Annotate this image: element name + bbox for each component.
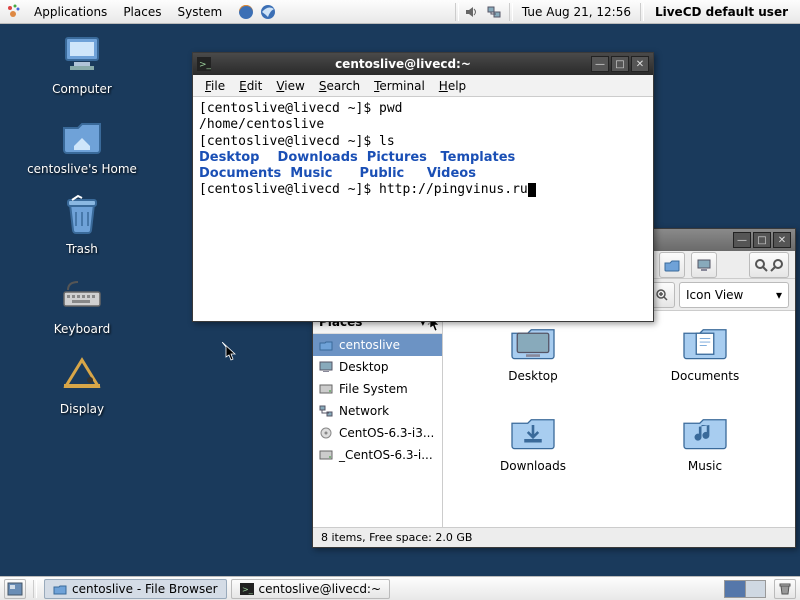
folder-icon	[677, 411, 733, 453]
maximize-button[interactable]: □	[611, 56, 629, 72]
place-item[interactable]: centoslive	[313, 334, 442, 356]
terminal-menu-terminal[interactable]: Terminal	[368, 77, 431, 95]
desktop-icon-label: Trash	[12, 242, 152, 256]
desktop-icon-home[interactable]: centoslive's Home	[12, 110, 152, 176]
minimize-button[interactable]: —	[733, 232, 751, 248]
places-list: centoslive Desktop File System Network CentO…	[313, 334, 442, 527]
folder-icon	[677, 321, 733, 363]
place-item[interactable]: Desktop	[313, 356, 442, 378]
close-button[interactable]: ✕	[631, 56, 649, 72]
terminal-menu-help[interactable]: Help	[433, 77, 472, 95]
svg-text:>_: >_	[242, 585, 254, 594]
volume-icon[interactable]	[462, 2, 482, 22]
folder-item[interactable]: Desktop	[447, 321, 619, 411]
panel-separator	[509, 3, 513, 21]
maximize-button[interactable]: □	[753, 232, 771, 248]
clock[interactable]: Tue Aug 21, 12:56	[516, 5, 637, 19]
folder-item[interactable]: Music	[619, 411, 791, 501]
folder-icon	[505, 321, 561, 363]
desktop-icon-trash[interactable]: Trash	[12, 190, 152, 256]
place-icon	[319, 448, 333, 462]
workspace-pager[interactable]	[724, 580, 766, 598]
desktop-icons: Computer centoslive's Home Trash Keyboar…	[12, 30, 162, 430]
close-button[interactable]: ✕	[773, 232, 791, 248]
terminal-window: >_ centoslive@livecd:~ — □ ✕ File Edit V…	[192, 52, 654, 322]
search-button[interactable]	[749, 252, 789, 278]
folder-label: Desktop	[447, 369, 619, 383]
computer-button[interactable]	[691, 252, 717, 278]
place-label: _CentOS-6.3-i...	[339, 448, 433, 462]
terminal-menu-search[interactable]: Search	[313, 77, 366, 95]
bottom-panel: centoslive - File Browser >_ centoslive@…	[0, 576, 800, 600]
firefox-icon[interactable]	[236, 2, 256, 22]
place-label: File System	[339, 382, 408, 396]
home-button[interactable]	[659, 252, 685, 278]
taskbar-item-label: centoslive@livecd:~	[259, 582, 382, 596]
folder-label: Downloads	[447, 459, 619, 473]
place-label: centoslive	[339, 338, 400, 352]
network-icon[interactable]	[484, 2, 504, 22]
terminal-menubar: File Edit View Search Terminal Help	[193, 75, 653, 97]
terminal-icon: >_	[197, 57, 211, 71]
workspace-2[interactable]	[746, 581, 766, 597]
desktop-icon-label: Keyboard	[12, 322, 152, 336]
folder-label: Music	[619, 459, 791, 473]
place-item[interactable]: CentOS-6.3-i3...	[313, 422, 442, 444]
place-icon	[319, 426, 333, 440]
desktop-icon-label: centoslive's Home	[12, 162, 152, 176]
terminal-titlebar[interactable]: >_ centoslive@livecd:~ — □ ✕	[193, 53, 653, 75]
folder-label: Documents	[619, 369, 791, 383]
menu-applications[interactable]: Applications	[26, 2, 115, 22]
place-label: CentOS-6.3-i3...	[339, 426, 434, 440]
desktop-icon-label: Computer	[12, 82, 152, 96]
taskbar-item-label: centoslive - File Browser	[72, 582, 218, 596]
place-item[interactable]: _CentOS-6.3-i...	[313, 444, 442, 466]
trash-applet[interactable]	[774, 579, 796, 599]
mouse-cursor	[222, 342, 236, 362]
minimize-button[interactable]: —	[591, 56, 609, 72]
panel-separator	[455, 3, 459, 21]
terminal-output[interactable]: [centoslive@livecd ~]$ pwd /home/centosl…	[193, 97, 653, 321]
terminal-menu-view[interactable]: View	[270, 77, 310, 95]
show-desktop-button[interactable]	[4, 579, 26, 599]
top-panel: Applications Places System Tue Aug 21, 1…	[0, 0, 800, 24]
menu-places[interactable]: Places	[115, 2, 169, 22]
desktop-icon-keyboard[interactable]: Keyboard	[12, 270, 152, 336]
place-icon	[319, 382, 333, 396]
panel-separator	[33, 580, 37, 598]
sidebar: Places ▾ ✕ centosliveDesktopFile SystemN…	[313, 311, 443, 527]
terminal-menu-edit[interactable]: Edit	[233, 77, 268, 95]
workspace-1[interactable]	[725, 581, 746, 597]
folder-icon	[505, 411, 561, 453]
place-icon	[319, 338, 333, 352]
taskbar-item-terminal[interactable]: >_ centoslive@livecd:~	[231, 579, 391, 599]
desktop-icon-label: Display	[12, 402, 152, 416]
place-item[interactable]: Network	[313, 400, 442, 422]
desktop-icon-computer[interactable]: Computer	[12, 30, 152, 96]
view-mode-select[interactable]: Icon View▾	[679, 282, 789, 308]
user-menu[interactable]: LiveCD default user	[647, 5, 796, 19]
panel-separator	[640, 3, 644, 21]
terminal-menu-file[interactable]: File	[199, 77, 231, 95]
status-bar: 8 items, Free space: 2.0 GB	[313, 527, 795, 547]
place-icon	[319, 360, 333, 374]
place-item[interactable]: File System	[313, 378, 442, 400]
thunderbird-icon[interactable]	[258, 2, 278, 22]
gnome-foot-icon	[4, 2, 24, 22]
taskbar-item-filebrowser[interactable]: centoslive - File Browser	[44, 579, 227, 599]
desktop-icon-display[interactable]: Display	[12, 350, 152, 416]
place-label: Desktop	[339, 360, 389, 374]
place-icon	[319, 404, 333, 418]
folder-item[interactable]: Documents	[619, 321, 791, 411]
menu-system[interactable]: System	[169, 2, 230, 22]
svg-text:>_: >_	[199, 60, 211, 70]
terminal-title: centoslive@livecd:~	[215, 57, 591, 71]
folder-view[interactable]: DesktopDocuments DownloadsMusic	[443, 311, 795, 527]
folder-item[interactable]: Downloads	[447, 411, 619, 501]
place-label: Network	[339, 404, 389, 418]
